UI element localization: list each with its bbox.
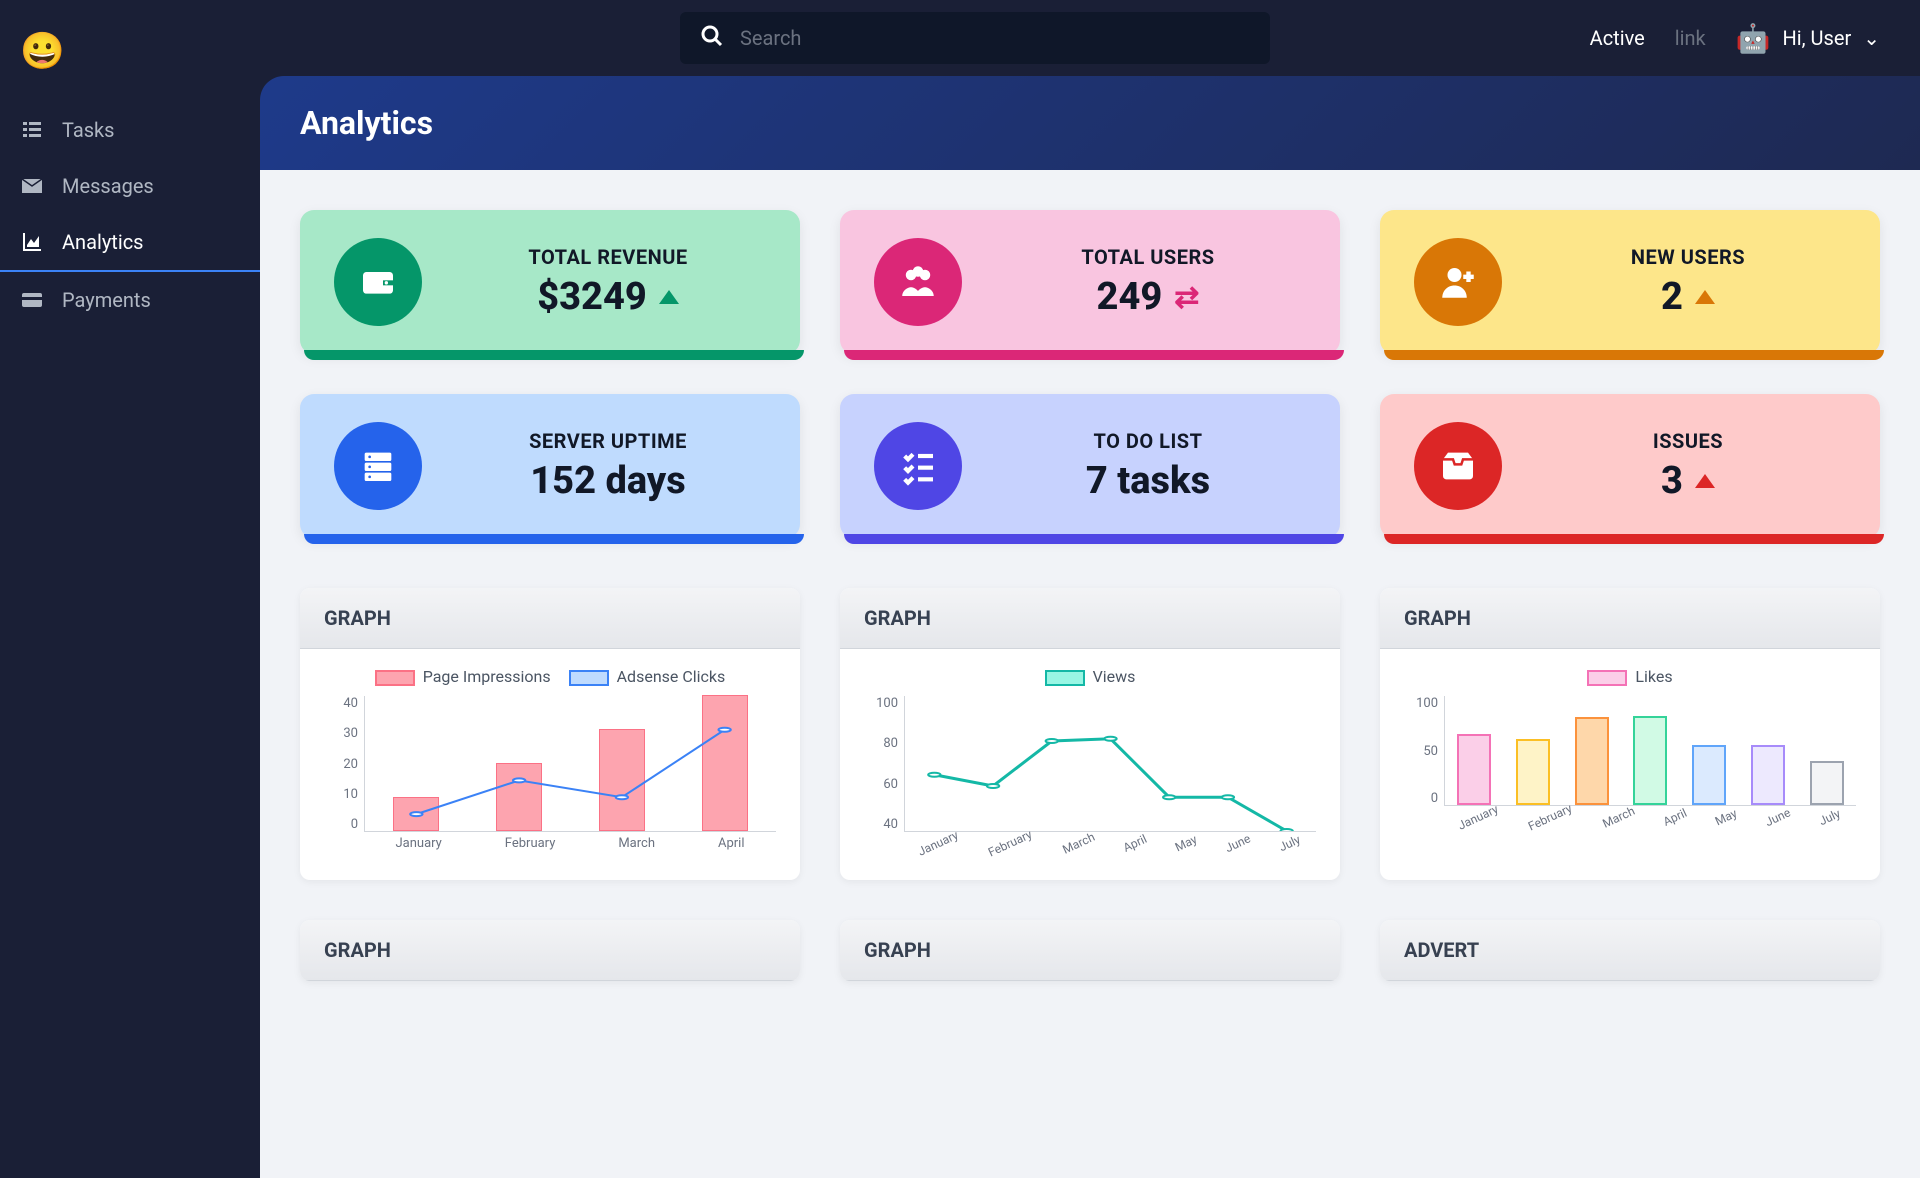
stat-card-users[interactable]: TOTAL USERS 249 ⇄ <box>840 210 1340 354</box>
search-input[interactable] <box>740 26 1250 50</box>
search-box[interactable] <box>680 12 1270 64</box>
sidebar-item-payments[interactable]: Payments <box>0 272 260 328</box>
chart-2: 100806040 JanuaryFebruaryMarchAprilMayJu… <box>864 696 1316 856</box>
stat-value: 249 <box>1097 275 1163 319</box>
sidebar: 😀 Tasks Messages Analytics Payments <box>0 0 260 1178</box>
sidebar-item-label: Messages <box>62 174 154 198</box>
stat-card-revenue[interactable]: TOTAL REVENUE $3249 <box>300 210 800 354</box>
page-title: Analytics <box>300 104 1880 142</box>
stat-card-todo[interactable]: TO DO LIST 7 tasks <box>840 394 1340 538</box>
sidebar-item-analytics[interactable]: Analytics <box>0 214 260 272</box>
users-icon <box>874 238 962 326</box>
user-menu[interactable]: 🤖 Hi, User ⌄ <box>1736 22 1880 55</box>
chevron-down-icon: ⌄ <box>1863 26 1880 50</box>
stat-value: 152 days <box>530 459 685 503</box>
legend-label: Views <box>1093 667 1136 686</box>
sidebar-item-label: Tasks <box>62 118 115 142</box>
graph-card-2: GRAPH Views 100806040 JanuaryFebruaryMar… <box>840 588 1340 880</box>
app-logo: 😀 <box>0 20 260 102</box>
tasks-icon <box>20 118 44 142</box>
caret-up-icon <box>1695 474 1715 488</box>
sidebar-item-label: Analytics <box>62 230 144 254</box>
sidebar-item-tasks[interactable]: Tasks <box>0 102 260 158</box>
stat-card-uptime[interactable]: SERVER UPTIME 152 days <box>300 394 800 538</box>
stat-card-issues[interactable]: ISSUES 3 <box>1380 394 1880 538</box>
graph-title: GRAPH <box>840 920 1340 981</box>
sidebar-item-messages[interactable]: Messages <box>0 158 260 214</box>
stat-value: 2 <box>1661 275 1683 319</box>
stat-value: 3 <box>1661 459 1683 503</box>
user-plus-icon <box>1414 238 1502 326</box>
page-header: Analytics <box>260 76 1920 170</box>
stat-label: SERVER UPTIME <box>450 429 766 453</box>
graph-title: GRAPH <box>300 920 800 981</box>
stat-value: 7 tasks <box>1086 459 1210 503</box>
inbox-icon <box>1414 422 1502 510</box>
graph-title: GRAPH <box>1380 588 1880 649</box>
stat-card-new-users[interactable]: NEW USERS 2 <box>1380 210 1880 354</box>
legend-label: Adsense Clicks <box>617 667 726 686</box>
caret-up-icon <box>659 290 679 304</box>
advert-card: ADVERT <box>1380 920 1880 981</box>
legend-label: Likes <box>1635 667 1672 686</box>
credit-card-icon <box>20 288 44 312</box>
sidebar-item-label: Payments <box>62 288 151 312</box>
chart-legend: Views <box>864 667 1316 686</box>
stat-label: TOTAL REVENUE <box>450 245 766 269</box>
graph-title: ADVERT <box>1380 920 1880 981</box>
chart-1: 403020100 JanuaryFebruaryMarchApril <box>324 696 776 856</box>
user-greeting: Hi, User <box>1783 26 1852 50</box>
stat-value: $3249 <box>537 275 647 319</box>
exchange-icon: ⇄ <box>1174 280 1199 315</box>
graph-title: GRAPH <box>300 588 800 649</box>
graph-card-5: GRAPH <box>840 920 1340 981</box>
search-icon <box>700 24 724 52</box>
chart-area-icon <box>20 230 44 254</box>
caret-up-icon <box>1695 290 1715 304</box>
stat-label: TO DO LIST <box>990 429 1306 453</box>
graph-card-4: GRAPH <box>300 920 800 981</box>
legend-label: Page Impressions <box>423 667 551 686</box>
nav-active[interactable]: Active <box>1590 26 1645 50</box>
server-icon <box>334 422 422 510</box>
graph-title: GRAPH <box>840 588 1340 649</box>
graph-card-3: GRAPH Likes 100500 JanuaryFebruaryMarchA… <box>1380 588 1880 880</box>
envelope-icon <box>20 174 44 198</box>
stat-label: NEW USERS <box>1530 245 1846 269</box>
nav-link[interactable]: link <box>1675 26 1706 50</box>
list-check-icon <box>874 422 962 510</box>
wallet-icon <box>334 238 422 326</box>
topbar: Active link 🤖 Hi, User ⌄ <box>260 0 1920 76</box>
stat-label: ISSUES <box>1530 429 1846 453</box>
chart-legend: Page Impressions Adsense Clicks <box>324 667 776 686</box>
chart-3: 100500 JanuaryFebruaryMarchAprilMayJuneJ… <box>1404 696 1856 830</box>
graph-card-1: GRAPH Page Impressions Adsense Clicks 40… <box>300 588 800 880</box>
chart-legend: Likes <box>1404 667 1856 686</box>
avatar-icon: 🤖 <box>1736 22 1771 55</box>
stat-label: TOTAL USERS <box>990 245 1306 269</box>
